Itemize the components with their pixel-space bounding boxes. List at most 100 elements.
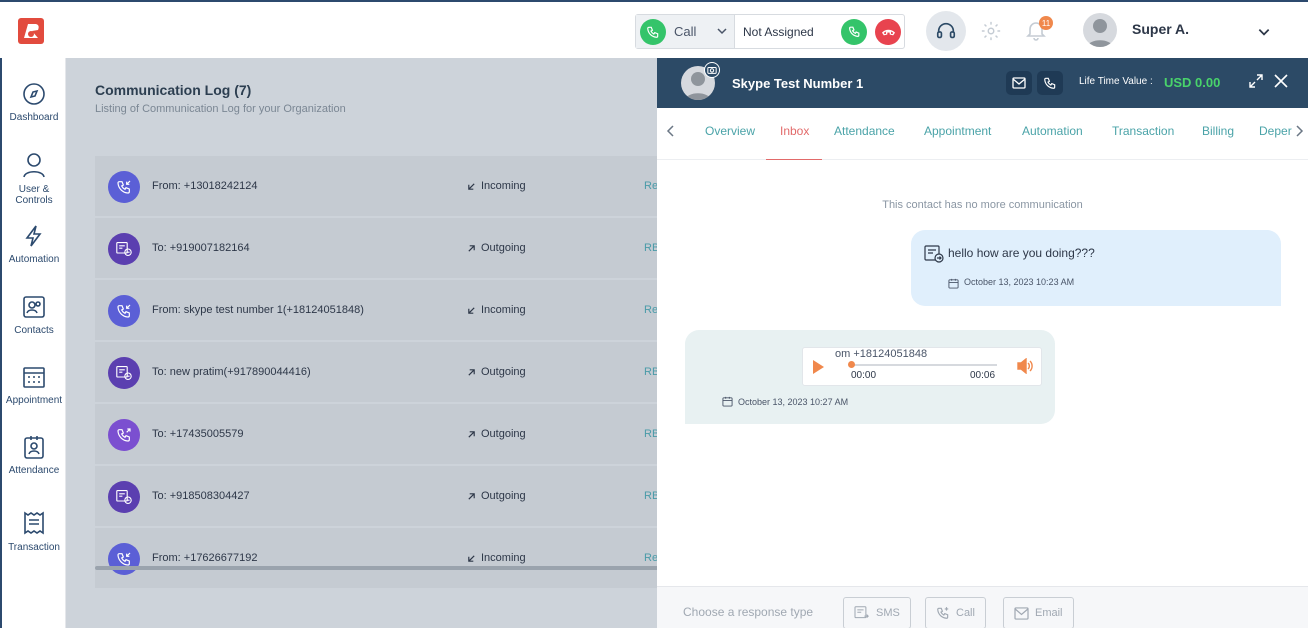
tab-attendance[interactable]: Attendance — [834, 124, 895, 138]
direction: Outgoing — [467, 428, 526, 440]
row-tag[interactable]: RB — [644, 242, 658, 254]
table-row[interactable]: To: +918508304427 Outgoing RB — [95, 466, 658, 528]
headset-icon[interactable] — [926, 11, 966, 51]
sidebar-item-label: Automation — [8, 254, 60, 265]
communication-log-page: Communication Log (7) Listing of Communi… — [66, 58, 658, 628]
message-date: October 13, 2023 10:23 AM — [964, 277, 1075, 287]
response-type-label: Choose a response type — [683, 605, 814, 619]
tab-automation[interactable]: Automation — [1022, 124, 1083, 138]
sidebar-item-appointment[interactable]: Appointment — [2, 365, 66, 406]
audio-progress-track[interactable] — [851, 364, 997, 366]
sidebar-item-automation[interactable]: Automation — [2, 224, 66, 265]
app-logo[interactable] — [16, 16, 46, 46]
message-text: hello how are you doing??? — [948, 246, 1095, 260]
contact-number[interactable]: To: +918508304427 — [152, 490, 250, 502]
arrow-down-left-icon — [468, 182, 475, 190]
call-type-select[interactable]: Call — [636, 15, 735, 48]
contact-number[interactable]: To: +919007182164 — [152, 242, 250, 254]
tab-transaction[interactable]: Transaction — [1112, 124, 1174, 138]
contact-number[interactable]: To: new pratim(+917890044416) — [152, 366, 311, 378]
direction-label: Incoming — [481, 304, 526, 316]
row-tag[interactable]: Re — [644, 180, 658, 192]
sidebar-item-attendance[interactable]: Attendance — [2, 435, 66, 476]
play-icon[interactable] — [811, 359, 825, 380]
table-row[interactable]: From: +17626677192 Incoming Re — [95, 528, 658, 590]
outgoing-call-icon — [108, 419, 140, 451]
incoming-call-icon — [108, 171, 140, 203]
row-tag[interactable]: RB — [644, 366, 658, 378]
sms-icon — [108, 481, 140, 513]
expand-icon[interactable] — [1249, 74, 1263, 93]
lifetime-value: USD 0.00 — [1164, 75, 1221, 90]
outgoing-message: hello how are you doing??? October 13, 2… — [911, 230, 1281, 306]
chevron-right-icon[interactable] — [1295, 124, 1305, 143]
no-more-communication: This contact has no more communication — [882, 199, 1083, 211]
answer-call-button[interactable] — [841, 18, 867, 45]
contact-tabs: Overview Inbox Attendance Appointment Au… — [657, 108, 1308, 160]
sms-icon — [108, 233, 140, 265]
horizontal-scrollbar[interactable] — [95, 566, 658, 570]
row-tag[interactable]: RB — [644, 490, 658, 502]
table-row[interactable]: From: +13018242124 Incoming Re — [95, 156, 658, 218]
row-tag[interactable]: Re — [644, 552, 658, 564]
table-row[interactable]: To: +919007182164 Outgoing RB — [95, 218, 658, 280]
audio-player[interactable]: om +18124051848 00:00 00:06 — [802, 347, 1042, 386]
tab-dependents[interactable]: Deper — [1259, 124, 1297, 138]
receipt-icon — [24, 511, 44, 535]
sms-button-label: SMS — [876, 607, 900, 619]
envelope-icon — [1012, 77, 1026, 89]
call-response-button[interactable]: Call — [925, 597, 986, 628]
phone-icon — [1044, 77, 1056, 89]
calendar-icon — [722, 394, 733, 412]
table-row[interactable]: To: new pratim(+917890044416) Outgoing RB — [95, 342, 658, 404]
sidebar-item-contacts[interactable]: Contacts — [2, 295, 66, 336]
gear-icon[interactable] — [980, 20, 1002, 47]
direction: Incoming — [467, 180, 526, 192]
user-icon — [23, 153, 45, 178]
chevron-left-icon[interactable] — [665, 124, 675, 143]
row-tag[interactable]: RB — [644, 428, 658, 440]
contact-number[interactable]: To: +17435005579 — [152, 428, 243, 440]
contact-number[interactable]: From: skype test number 1(+18124051848) — [152, 304, 364, 316]
sidebar-item-user-controls[interactable]: User & Controls — [2, 152, 66, 206]
contact-number[interactable]: From: +17626677192 — [152, 552, 258, 564]
tab-inbox[interactable]: Inbox — [780, 124, 809, 138]
email-button-label: Email — [1035, 607, 1063, 619]
tab-billing[interactable]: Billing — [1202, 124, 1234, 138]
user-avatar[interactable] — [1083, 13, 1117, 47]
table-row[interactable]: To: +17435005579 Outgoing RB — [95, 404, 658, 466]
volume-icon[interactable] — [1016, 357, 1034, 379]
lightning-icon — [25, 225, 42, 247]
tab-overview[interactable]: Overview — [705, 124, 755, 138]
sidebar-item-dashboard[interactable]: Dashboard — [2, 82, 66, 123]
table-row[interactable]: From: skype test number 1(+18124051848) I… — [95, 280, 658, 342]
direction-label: Incoming — [481, 552, 526, 564]
audio-duration: 00:06 — [970, 370, 996, 381]
sidebar-item-label: Attendance — [8, 465, 60, 476]
sms-icon — [108, 357, 140, 389]
call-type-label: Call — [674, 24, 697, 39]
arrow-up-right-icon — [468, 492, 475, 500]
call-button-label: Call — [956, 607, 975, 619]
tab-appointment[interactable]: Appointment — [924, 124, 991, 138]
email-button[interactable] — [1006, 71, 1032, 95]
chevron-down-icon[interactable] — [1257, 25, 1271, 44]
user-name[interactable]: Super A. — [1132, 21, 1189, 37]
arrow-up-right-icon — [468, 244, 475, 252]
close-icon[interactable] — [1274, 74, 1288, 93]
call-button[interactable] — [1037, 71, 1063, 95]
direction: Incoming — [467, 304, 526, 316]
audio-progress-knob[interactable] — [848, 361, 855, 368]
hangup-button[interactable] — [875, 18, 901, 45]
contact-name: Skype Test Number 1 — [732, 76, 864, 91]
direction-label: Outgoing — [481, 242, 526, 254]
chevron-down-icon — [716, 25, 728, 40]
camera-icon[interactable] — [704, 62, 720, 78]
sidebar-item-transaction[interactable]: Transaction — [2, 510, 66, 553]
direction: Incoming — [467, 552, 526, 564]
row-tag[interactable]: Re — [644, 304, 658, 316]
sms-icon — [854, 606, 869, 619]
email-response-button[interactable]: Email — [1003, 597, 1074, 628]
sms-response-button[interactable]: SMS — [843, 597, 911, 628]
contact-number[interactable]: From: +13018242124 — [152, 180, 258, 192]
